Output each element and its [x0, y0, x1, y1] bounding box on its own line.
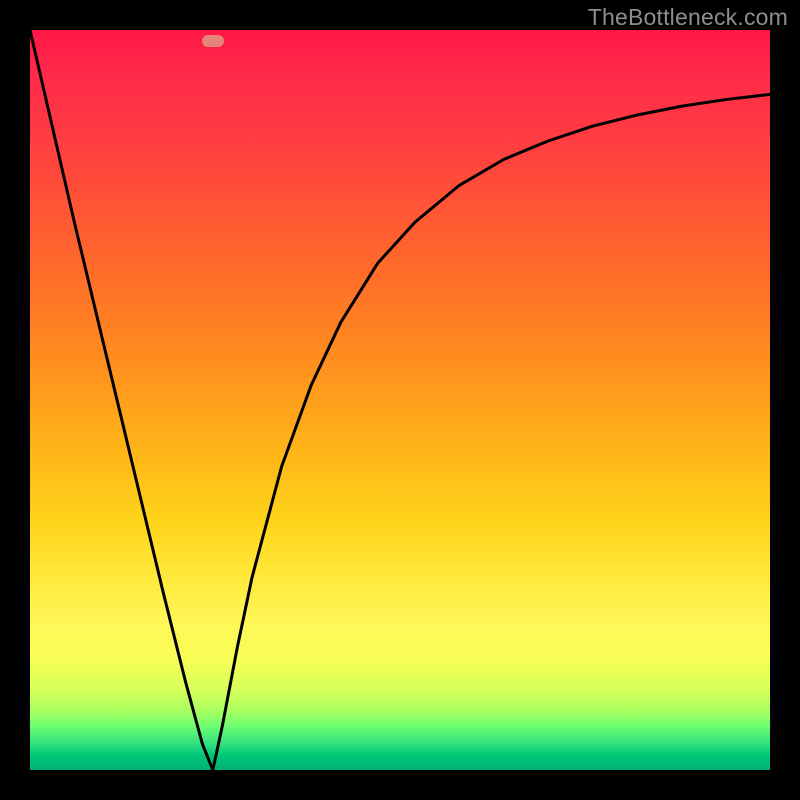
- chart-frame: TheBottleneck.com: [0, 0, 800, 800]
- highlight-marker: [202, 35, 224, 47]
- watermark-text: TheBottleneck.com: [588, 4, 788, 31]
- plot-area: [30, 30, 770, 770]
- curve-svg: [30, 30, 770, 770]
- bottleneck-curve: [30, 30, 770, 770]
